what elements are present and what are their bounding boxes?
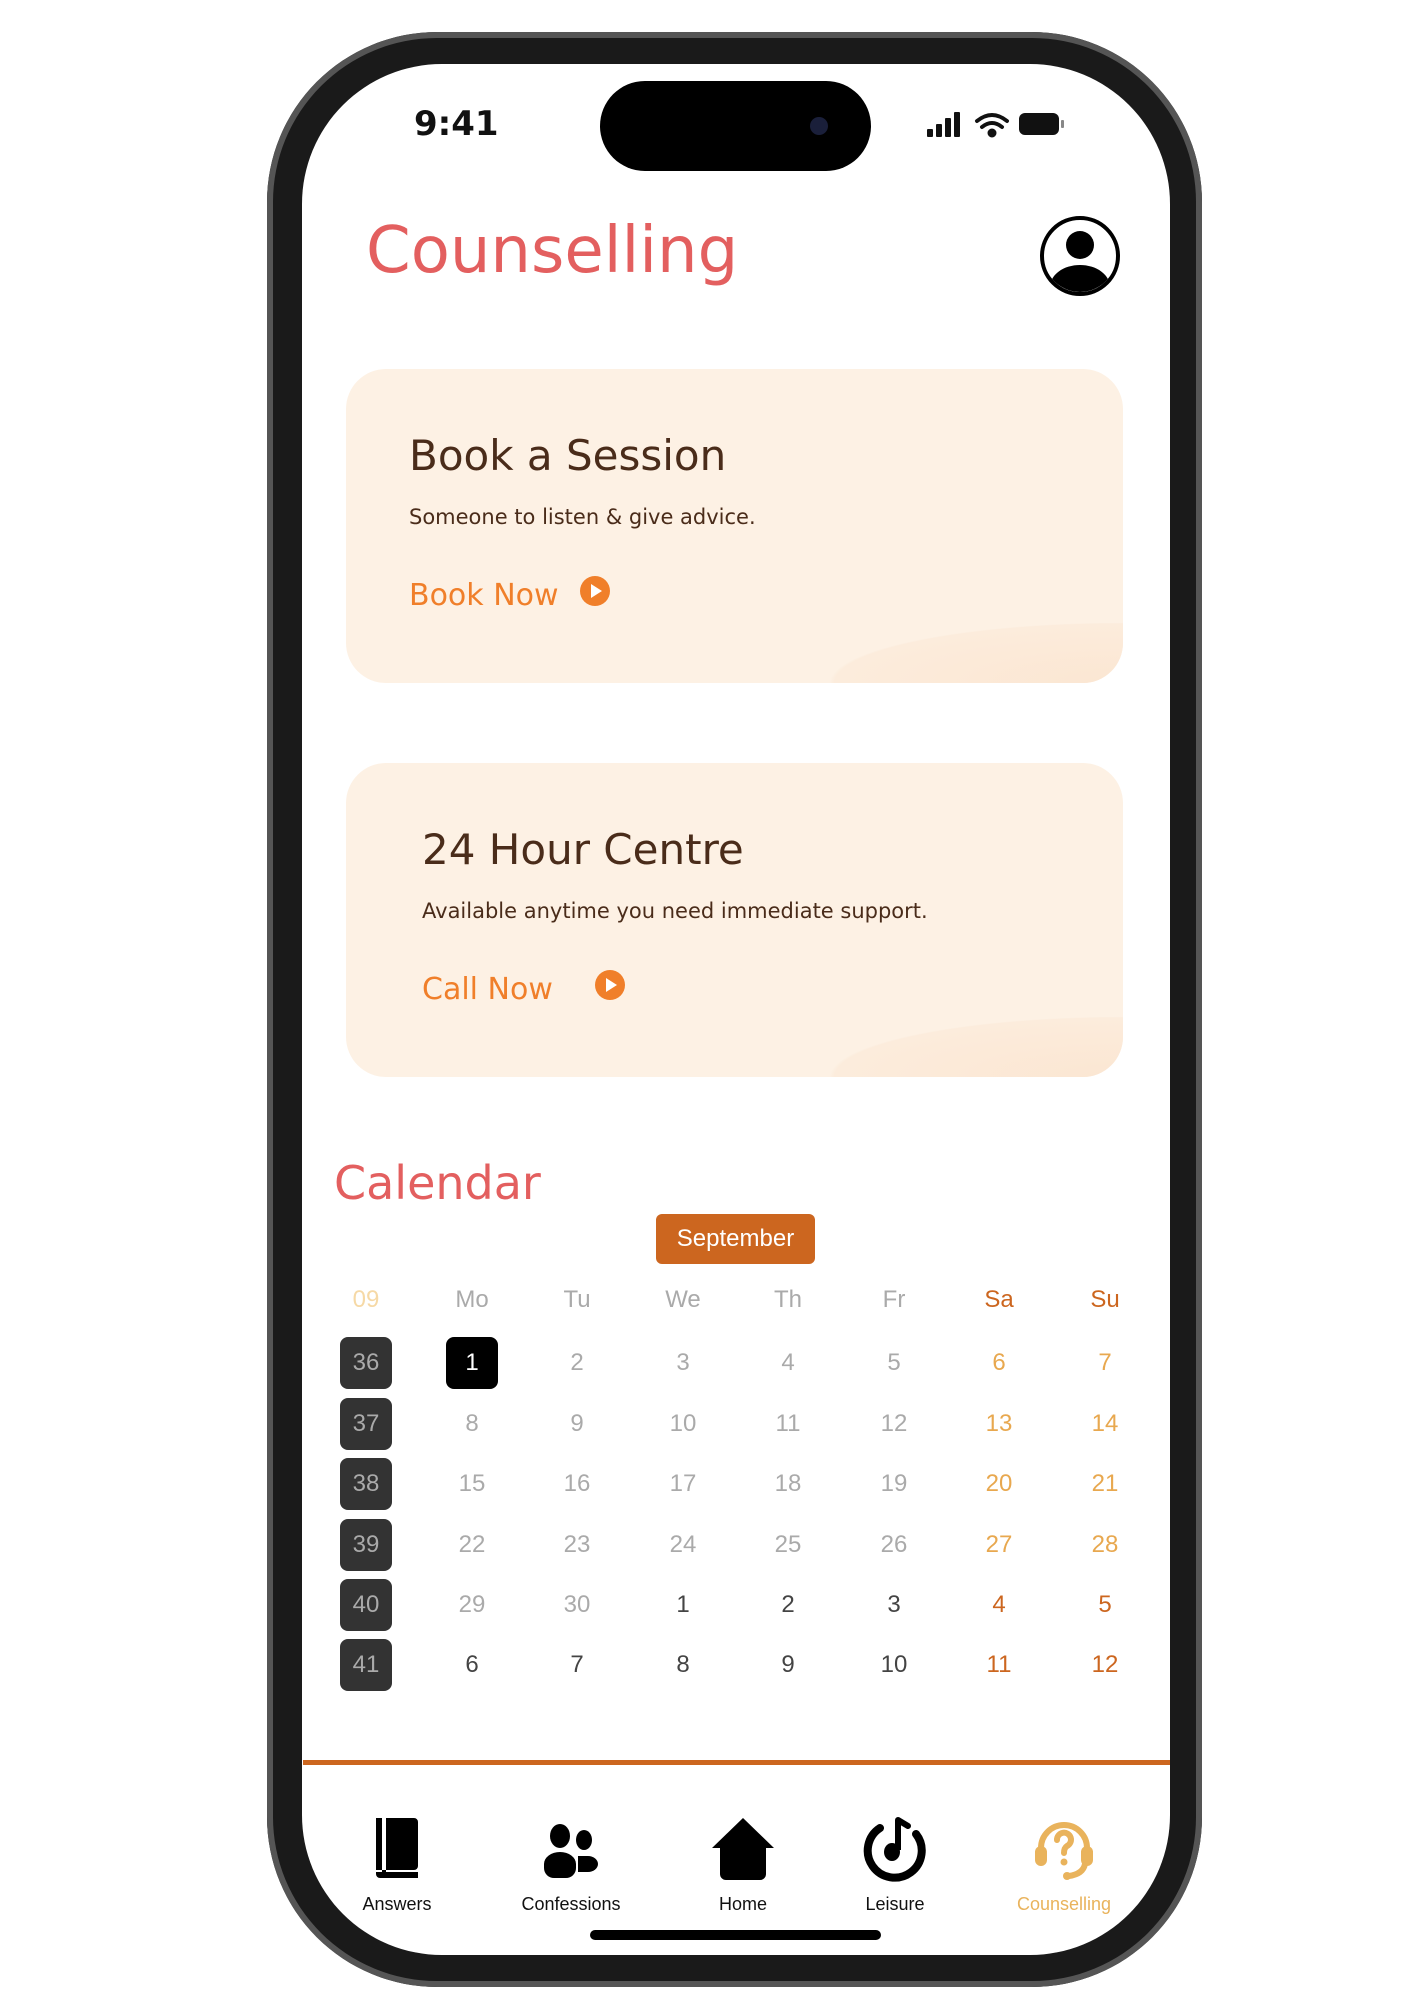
calendar-day[interactable]: 15 xyxy=(442,1458,502,1510)
call-now-link[interactable]: Call Now xyxy=(422,972,553,1007)
calendar-title: Calendar xyxy=(334,1156,541,1210)
calendar-day[interactable]: 12 xyxy=(864,1398,924,1450)
play-icon[interactable] xyxy=(580,576,610,606)
status-icons xyxy=(927,112,1064,138)
book-icon xyxy=(376,1818,418,1878)
calendar-day[interactable]: 28 xyxy=(1075,1519,1135,1571)
weekday-header: Tu xyxy=(563,1286,591,1313)
book-now-link[interactable]: Book Now xyxy=(409,578,559,613)
calendar-day[interactable]: 10 xyxy=(864,1639,924,1691)
weekday-header: Sa xyxy=(984,1286,1014,1313)
week-label-header: 09 xyxy=(352,1286,380,1313)
signal-icon xyxy=(927,112,960,137)
weekday-header: Mo xyxy=(455,1286,489,1313)
calendar-day[interactable]: 2 xyxy=(547,1337,607,1389)
calendar-day[interactable]: 2 xyxy=(758,1579,818,1631)
calendar-day[interactable]: 5 xyxy=(864,1337,924,1389)
calendar-day[interactable]: 14 xyxy=(1075,1398,1135,1450)
calendar-day[interactable]: 7 xyxy=(1075,1337,1135,1389)
nav-counselling[interactable]: Counselling xyxy=(989,1814,1139,1915)
calendar-day[interactable]: 11 xyxy=(758,1398,818,1450)
calendar-day[interactable]: 8 xyxy=(653,1639,713,1691)
nav-divider xyxy=(303,1760,1170,1765)
music-icon xyxy=(863,1817,926,1882)
calendar-day[interactable]: 1 xyxy=(653,1579,713,1631)
week-number: 38 xyxy=(340,1458,392,1511)
headset-question-icon xyxy=(1035,1822,1093,1880)
calendar-day[interactable]: 11 xyxy=(969,1639,1029,1691)
nav-label: Leisure xyxy=(865,1894,925,1914)
calendar-day[interactable]: 20 xyxy=(969,1458,1029,1510)
calendar-day[interactable]: 13 xyxy=(969,1398,1029,1450)
page-title: Counselling xyxy=(366,214,739,288)
nav-label: Home xyxy=(718,1894,767,1914)
calendar-day[interactable]: 7 xyxy=(547,1639,607,1691)
nav-answers[interactable]: Answers xyxy=(322,1814,472,1915)
status-time: 9:41 xyxy=(414,104,499,144)
calendar-day[interactable]: 25 xyxy=(758,1519,818,1571)
calendar-day[interactable]: 9 xyxy=(758,1639,818,1691)
camera-icon xyxy=(810,117,828,135)
calendar-day[interactable]: 24 xyxy=(653,1519,713,1571)
nav-label: Answers xyxy=(362,1894,432,1914)
calendar-day[interactable]: 5 xyxy=(1075,1579,1135,1631)
users-icon xyxy=(544,1824,598,1878)
card-subtitle: Someone to listen & give advice. xyxy=(409,505,756,529)
week-number: 39 xyxy=(340,1518,392,1571)
wifi-icon xyxy=(975,113,1009,138)
screen: 9:41 Counselling Book a Session Someone … xyxy=(302,64,1170,1955)
weekday-header: Fr xyxy=(882,1286,906,1313)
calendar-day[interactable]: 18 xyxy=(758,1458,818,1510)
calendar-day[interactable]: 6 xyxy=(442,1639,502,1691)
calendar-day[interactable]: 23 xyxy=(547,1519,607,1571)
nav-label: Confessions xyxy=(521,1894,621,1914)
weekday-header: Th xyxy=(773,1286,802,1313)
calendar-day[interactable]: 22 xyxy=(442,1519,502,1571)
weekday-header: We xyxy=(665,1286,701,1313)
week-number: 41 xyxy=(340,1639,392,1692)
battery-icon xyxy=(1019,113,1064,135)
calendar-day[interactable]: 27 xyxy=(969,1519,1029,1571)
month-selector[interactable]: September xyxy=(656,1214,815,1264)
week-number: 36 xyxy=(340,1337,392,1390)
play-icon[interactable] xyxy=(595,970,625,1000)
calendar-day[interactable]: 3 xyxy=(864,1579,924,1631)
calendar-day[interactable]: 19 xyxy=(864,1458,924,1510)
calendar-day[interactable]: 10 xyxy=(653,1398,713,1450)
home-icon xyxy=(712,1818,774,1880)
book-session-card[interactable]: Book a Session Someone to listen & give … xyxy=(346,369,1123,683)
calendar-day[interactable]: 21 xyxy=(1075,1458,1135,1510)
calendar-day[interactable]: 30 xyxy=(547,1579,607,1631)
nav-confessions[interactable]: Confessions xyxy=(496,1814,646,1915)
card-title: 24 Hour Centre xyxy=(422,825,744,874)
calendar-day[interactable]: 3 xyxy=(653,1337,713,1389)
dynamic-island xyxy=(600,81,871,171)
user-circle-icon[interactable] xyxy=(1039,215,1121,297)
nav-leisure[interactable]: Leisure xyxy=(820,1814,970,1915)
calendar-day[interactable]: 29 xyxy=(442,1579,502,1631)
calendar-day[interactable]: 16 xyxy=(547,1458,607,1510)
calendar-day[interactable]: 9 xyxy=(547,1398,607,1450)
weekday-header: Su xyxy=(1090,1286,1120,1313)
calendar-day[interactable]: 6 xyxy=(969,1337,1029,1389)
nav-label: Counselling xyxy=(1016,1894,1112,1914)
calendar-day[interactable]: 17 xyxy=(653,1458,713,1510)
calendar-day-selected[interactable]: 1 xyxy=(446,1337,498,1390)
calendar-day[interactable]: 12 xyxy=(1075,1639,1135,1691)
home-indicator xyxy=(590,1930,881,1940)
calendar-day[interactable]: 26 xyxy=(864,1519,924,1571)
calendar-day[interactable]: 4 xyxy=(758,1337,818,1389)
24-hour-centre-card[interactable]: 24 Hour Centre Available anytime you nee… xyxy=(346,763,1123,1077)
card-subtitle: Available anytime you need immediate sup… xyxy=(422,899,928,923)
nav-home[interactable]: Home xyxy=(668,1814,818,1915)
calendar-day[interactable]: 4 xyxy=(969,1579,1029,1631)
calendar-day[interactable]: 8 xyxy=(442,1398,502,1450)
week-number: 40 xyxy=(340,1579,392,1632)
card-title: Book a Session xyxy=(409,431,727,480)
week-number: 37 xyxy=(340,1397,392,1450)
